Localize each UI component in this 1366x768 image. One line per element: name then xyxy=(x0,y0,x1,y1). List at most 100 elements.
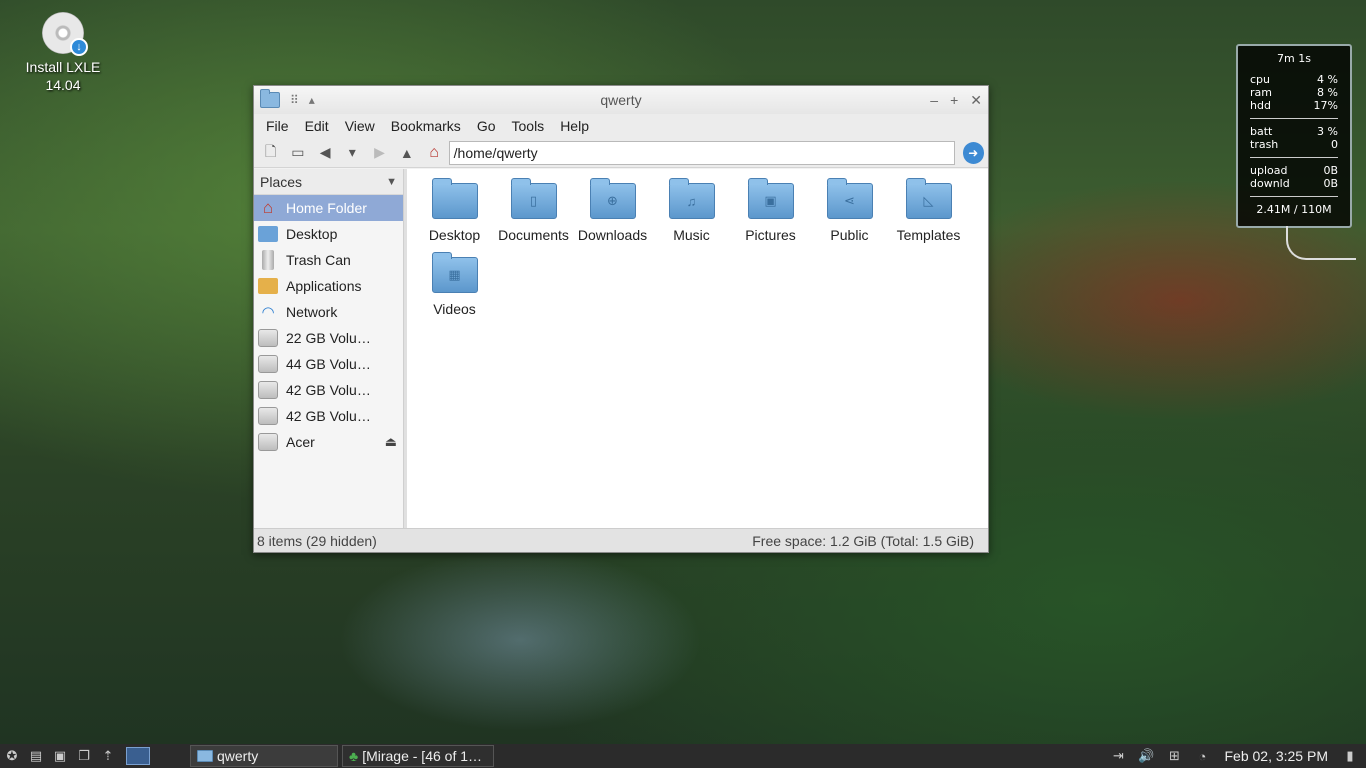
new-window-icon: ▭ xyxy=(291,144,305,160)
task-button-mirage[interactable]: ♣ [Mirage - [46 of 1… xyxy=(342,745,494,767)
folder-item-public[interactable]: ⋖ Public xyxy=(810,178,889,253)
sidebar-item-volume-22gb[interactable]: 22 GB Volu… xyxy=(254,325,403,351)
taskbar: ✪ ▤ ▣ ❐ ⇡ qwerty ♣ [Mirage - [46 of 1… ⇥ … xyxy=(0,744,1366,768)
drive-icon xyxy=(258,355,278,373)
location-input[interactable]: /home/qwerty xyxy=(448,140,955,165)
go-button[interactable]: ➜ xyxy=(962,141,984,164)
folder-item-desktop[interactable]: Desktop xyxy=(415,178,494,253)
terminal-launcher-icon[interactable]: ▣ xyxy=(48,745,72,767)
window-titlebar[interactable]: ⠿ ▴ qwerty – + ✕ xyxy=(254,86,988,114)
menu-help[interactable]: Help xyxy=(552,118,597,134)
menu-edit[interactable]: Edit xyxy=(297,118,337,134)
grip-icon[interactable]: ⠿ xyxy=(290,93,299,107)
drive-icon xyxy=(258,433,278,451)
toolbar: 🗋 ▭ ◀ ▾ ▶ ▲ ⌂ /home/qwerty ➜ xyxy=(254,138,988,168)
home-icon: ⌂ xyxy=(262,198,274,217)
sidebar-item-volume-42gb-b[interactable]: 42 GB Volu… xyxy=(254,403,403,429)
videos-folder-icon: ▦ xyxy=(431,252,478,293)
status-bar: 8 items (29 hidden) Free space: 1.2 GiB … xyxy=(254,528,988,552)
sidebar-item-applications[interactable]: Applications xyxy=(254,273,403,299)
back-button[interactable]: ◀ xyxy=(312,141,337,165)
sidebar-item-network[interactable]: ◠ Network xyxy=(254,299,403,325)
stat-row: hdd 17% xyxy=(1250,99,1338,112)
shade-up-icon[interactable]: ▴ xyxy=(309,93,315,107)
menu-bar: File Edit View Bookmarks Go Tools Help xyxy=(254,114,988,138)
eject-icon[interactable]: ⏏ xyxy=(385,434,397,450)
maximize-button[interactable]: + xyxy=(950,92,958,109)
system-monitor-widget: 7m 1s cpu 4 % ram 8 % hdd 17% batt 3 % trash… xyxy=(1236,44,1352,228)
menu-bookmarks[interactable]: Bookmarks xyxy=(383,118,469,134)
menu-go[interactable]: Go xyxy=(469,118,504,134)
documents-folder-icon: ▯ xyxy=(510,178,557,219)
divider xyxy=(1250,196,1338,197)
start-menu-icon[interactable]: ✪ xyxy=(0,745,24,767)
minimize-button[interactable]: – xyxy=(930,92,938,109)
home-icon: ⌂ xyxy=(429,143,439,161)
weather-icon[interactable]: ◔ xyxy=(1190,745,1214,767)
sidebar-item-trash-can[interactable]: Trash Can xyxy=(254,247,403,273)
task-button-qwerty[interactable]: qwerty xyxy=(190,745,338,767)
free-space: Free space: 1.2 GiB (Total: 1.5 GiB) xyxy=(752,532,974,549)
folder-icon xyxy=(260,89,280,108)
stat-row: downld 0B xyxy=(1250,177,1338,190)
folder-item-videos[interactable]: ▦ Videos xyxy=(415,252,494,327)
windows-switcher-icon[interactable]: ❐ xyxy=(72,745,96,767)
uptime: 7m 1s xyxy=(1277,52,1311,65)
stat-row: cpu 4 % xyxy=(1250,73,1338,86)
forward-button[interactable]: ▶ xyxy=(367,141,392,165)
applications-icon xyxy=(258,278,278,294)
new-window-button[interactable]: ▭ xyxy=(285,141,310,165)
network-status-icon[interactable]: ⊞ xyxy=(1162,745,1186,767)
sidebar-item-acer[interactable]: Acer ⏏ xyxy=(254,429,403,455)
drive-icon xyxy=(258,381,278,399)
folder-item-templates[interactable]: ◺ Templates xyxy=(889,178,968,253)
network-icon: ◠ xyxy=(261,304,275,321)
battery-icon[interactable]: ▮ xyxy=(1338,745,1362,767)
stat-row: ram 8 % xyxy=(1250,86,1338,99)
folder-item-downloads[interactable]: ⊕ Downloads xyxy=(573,178,652,253)
sidebar-item-volume-44gb[interactable]: 44 GB Volu… xyxy=(254,351,403,377)
sidebar-item-volume-42gb-a[interactable]: 42 GB Volu… xyxy=(254,377,403,403)
close-button[interactable]: ✕ xyxy=(970,92,982,109)
arrow-up-icon: ▲ xyxy=(399,144,414,161)
item-count: 8 items (29 hidden) xyxy=(257,532,377,549)
home-button[interactable]: ⌂ xyxy=(421,141,446,165)
chevron-down-icon: ▾ xyxy=(348,144,356,160)
menu-tools[interactable]: Tools xyxy=(504,118,553,134)
sidebar-item-home-folder[interactable]: ⌂ Home Folder xyxy=(254,195,403,221)
main-content: Places ▼ ⌂ Home Folder Desktop Trash Can … xyxy=(254,169,988,528)
templates-folder-icon: ◺ xyxy=(905,178,952,219)
install-lxle-desktop-icon[interactable]: ↓ Install LXLE 14.04 xyxy=(18,12,108,94)
menu-file[interactable]: File xyxy=(258,118,297,134)
folder-icon xyxy=(197,750,213,762)
download-icon: ↓ xyxy=(70,38,88,56)
chevron-down-icon: ▼ xyxy=(386,175,397,188)
go-arrow-icon: ➜ xyxy=(968,145,979,160)
menu-view[interactable]: View xyxy=(337,118,383,134)
music-folder-icon: ♫ xyxy=(668,178,715,219)
volume-icon[interactable]: 🔊 xyxy=(1134,745,1158,767)
up-button[interactable]: ▲ xyxy=(394,141,419,165)
pictures-folder-icon: ▣ xyxy=(747,178,794,219)
arrow-left-icon: ◀ xyxy=(319,144,331,160)
places-header: Places xyxy=(260,173,303,190)
file-manager-launcher-icon[interactable]: ▤ xyxy=(24,745,48,767)
sidebar-item-desktop[interactable]: Desktop xyxy=(254,221,403,247)
history-dropdown[interactable]: ▾ xyxy=(340,141,365,165)
folder-item-pictures[interactable]: ▣ Pictures xyxy=(731,178,810,253)
clock[interactable]: Feb 02, 3:25 PM xyxy=(1218,748,1334,764)
folder-item-documents[interactable]: ▯ Documents xyxy=(494,178,573,253)
desktop-icon xyxy=(258,226,278,242)
disc-icon: ↓ xyxy=(42,12,88,56)
folder-item-music[interactable]: ♫ Music xyxy=(652,178,731,253)
new-tab-button[interactable]: 🗋 xyxy=(258,141,283,165)
drive-icon xyxy=(258,407,278,425)
show-desktop-button[interactable] xyxy=(126,747,150,765)
places-selector[interactable]: Places ▼ xyxy=(254,169,403,195)
desktop-icon-label: Install LXLE xyxy=(25,59,101,75)
places-sidebar: Places ▼ ⌂ Home Folder Desktop Trash Can … xyxy=(254,169,404,528)
logout-icon[interactable]: ⇥ xyxy=(1106,745,1130,767)
pin-icon[interactable]: ⇡ xyxy=(96,745,120,767)
public-folder-icon: ⋖ xyxy=(826,178,873,219)
new-document-icon: 🗋 xyxy=(264,142,277,159)
